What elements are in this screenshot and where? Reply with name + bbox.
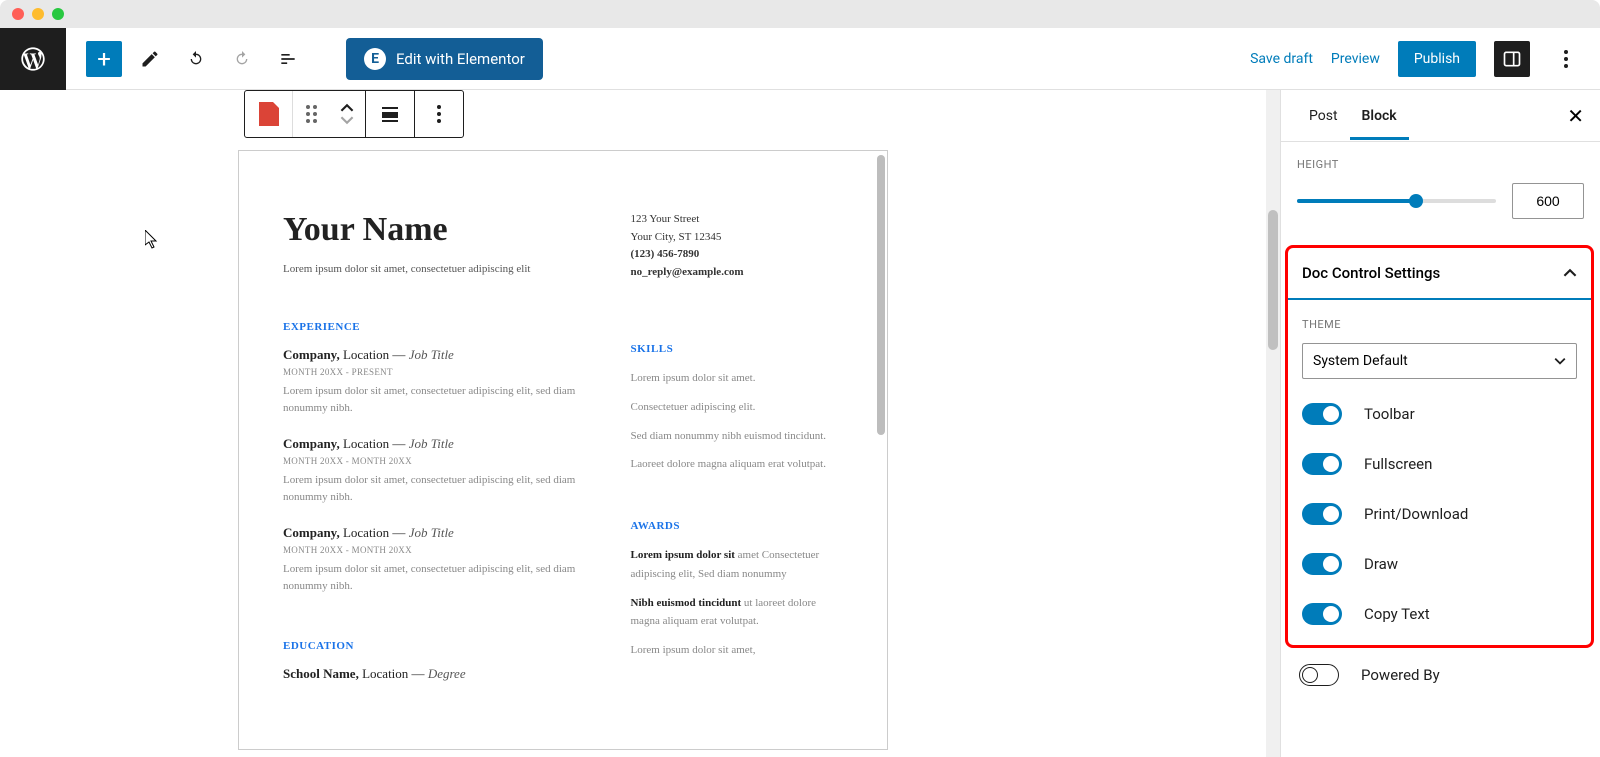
mac-close-icon[interactable] [12,8,24,20]
toggle-draw[interactable] [1302,553,1342,575]
contact-city: Your City, ST 12345 [631,229,844,247]
tab-block[interactable]: Block [1350,92,1409,140]
chevron-up-icon [1563,268,1577,278]
undo-icon [186,49,206,69]
pencil-icon [140,49,160,69]
document-icon [259,102,279,126]
outline-button[interactable] [270,41,306,77]
move-arrows[interactable] [329,91,365,137]
doc-control-panel: Doc Control Settings THEME System Defaul… [1285,245,1594,648]
theme-label: THEME [1302,318,1577,331]
doc-control-title: Doc Control Settings [1302,264,1440,282]
height-input[interactable] [1512,183,1584,219]
editor-canvas[interactable]: Your Name Lorem ipsum dolor sit amet, co… [0,90,1280,757]
skills-text: Lorem ipsum dolor sit amet. Consectetuer… [631,369,844,474]
exp-date-2: MONTH 20XX - MONTH 20XX [283,456,581,466]
undo-button[interactable] [178,41,214,77]
experience-heading: EXPERIENCE [283,321,581,333]
preview-button[interactable]: Preview [1331,51,1380,67]
contact-block: 123 Your Street Your City, ST 12345 (123… [631,211,844,281]
education-heading: EDUCATION [283,640,581,652]
height-label: HEIGHT [1297,158,1584,171]
elementor-icon: E [364,48,386,70]
toggle-draw-label: Draw [1364,555,1398,573]
drag-icon [306,105,317,123]
exp-title-3: Company, Location — Job Title [283,525,581,541]
awards-heading: AWARDS [631,520,844,532]
wordpress-icon [19,45,47,73]
list-icon [278,49,298,69]
toggle-print-label: Print/Download [1364,505,1468,523]
more-options-button[interactable] [1548,41,1584,77]
doc-control-header[interactable]: Doc Control Settings [1288,248,1591,300]
align-icon [380,104,400,124]
contact-email: no_reply@example.com [631,264,844,282]
block-type-button[interactable] [245,91,293,137]
save-draft-button[interactable]: Save draft [1250,51,1313,67]
editor-topbar: + E Edit with Elementor Save draft Previ… [0,28,1600,90]
publish-button[interactable]: Publish [1398,41,1476,77]
toggle-fullscreen-label: Fullscreen [1364,455,1432,473]
kebab-icon [1564,50,1568,68]
redo-button[interactable] [224,41,260,77]
exp-desc-3: Lorem ipsum dolor sit amet, consectetuer… [283,561,581,594]
elementor-label: Edit with Elementor [396,50,525,68]
toggle-powered[interactable] [1299,664,1339,686]
height-slider[interactable] [1297,199,1496,203]
exp-title-1: Company, Location — Job Title [283,347,581,363]
edit-elementor-button[interactable]: E Edit with Elementor [346,38,543,80]
exp-title-2: Company, Location — Job Title [283,436,581,452]
canvas-scrollbar[interactable] [1266,90,1280,757]
chevron-up-icon [340,103,354,113]
wordpress-logo[interactable] [0,28,66,90]
chevron-down-icon [340,115,354,125]
mac-zoom-icon[interactable] [52,8,64,20]
chevron-down-icon [1554,357,1566,365]
document-preview: Your Name Lorem ipsum dolor sit amet, co… [238,150,888,750]
mac-minimize-icon[interactable] [32,8,44,20]
sidebar-tabs: Post Block ✕ [1281,90,1600,142]
doc-scrollbar[interactable] [877,155,885,435]
exp-desc-2: Lorem ipsum dolor sit amet, consectetuer… [283,472,581,505]
toggle-copy[interactable] [1302,603,1342,625]
tab-post[interactable]: Post [1297,92,1350,140]
toggle-print[interactable] [1302,503,1342,525]
toggle-fullscreen[interactable] [1302,453,1342,475]
kebab-icon [437,105,441,123]
doc-name: Your Name [283,211,581,249]
awards-text: Lorem ipsum dolor sit amet Consectetuer … [631,546,844,659]
toggle-toolbar-label: Toolbar [1364,405,1415,423]
exp-date-1: MONTH 20XX - PRESENT [283,367,581,377]
toggle-powered-label: Powered By [1361,666,1440,684]
sidebar-icon [1502,49,1522,69]
theme-value: System Default [1313,353,1408,369]
toggle-toolbar[interactable] [1302,403,1342,425]
block-toolbar [244,90,464,138]
contact-phone: (123) 456-7890 [631,246,844,264]
exp-date-3: MONTH 20XX - MONTH 20XX [283,545,581,555]
add-block-button[interactable]: + [86,41,122,77]
cursor-icon [145,230,161,250]
contact-street: 123 Your Street [631,211,844,229]
drag-handle[interactable] [293,91,329,137]
exp-desc-1: Lorem ipsum dolor sit amet, consectetuer… [283,383,581,416]
skills-heading: SKILLS [631,343,844,355]
theme-select[interactable]: System Default [1302,343,1577,379]
settings-sidebar: Post Block ✕ HEIGHT Doc Control Settings… [1280,90,1600,757]
align-button[interactable] [366,91,414,137]
close-sidebar-button[interactable]: ✕ [1567,104,1584,128]
edu-title: School Name, Location — Degree [283,666,581,682]
block-more-button[interactable] [415,91,463,137]
redo-icon [232,49,252,69]
doc-tagline: Lorem ipsum dolor sit amet, consectetuer… [283,263,581,275]
settings-panel-toggle[interactable] [1494,41,1530,77]
toggle-copy-label: Copy Text [1364,605,1430,623]
window-chrome [0,0,1600,28]
edit-tool-button[interactable] [132,41,168,77]
